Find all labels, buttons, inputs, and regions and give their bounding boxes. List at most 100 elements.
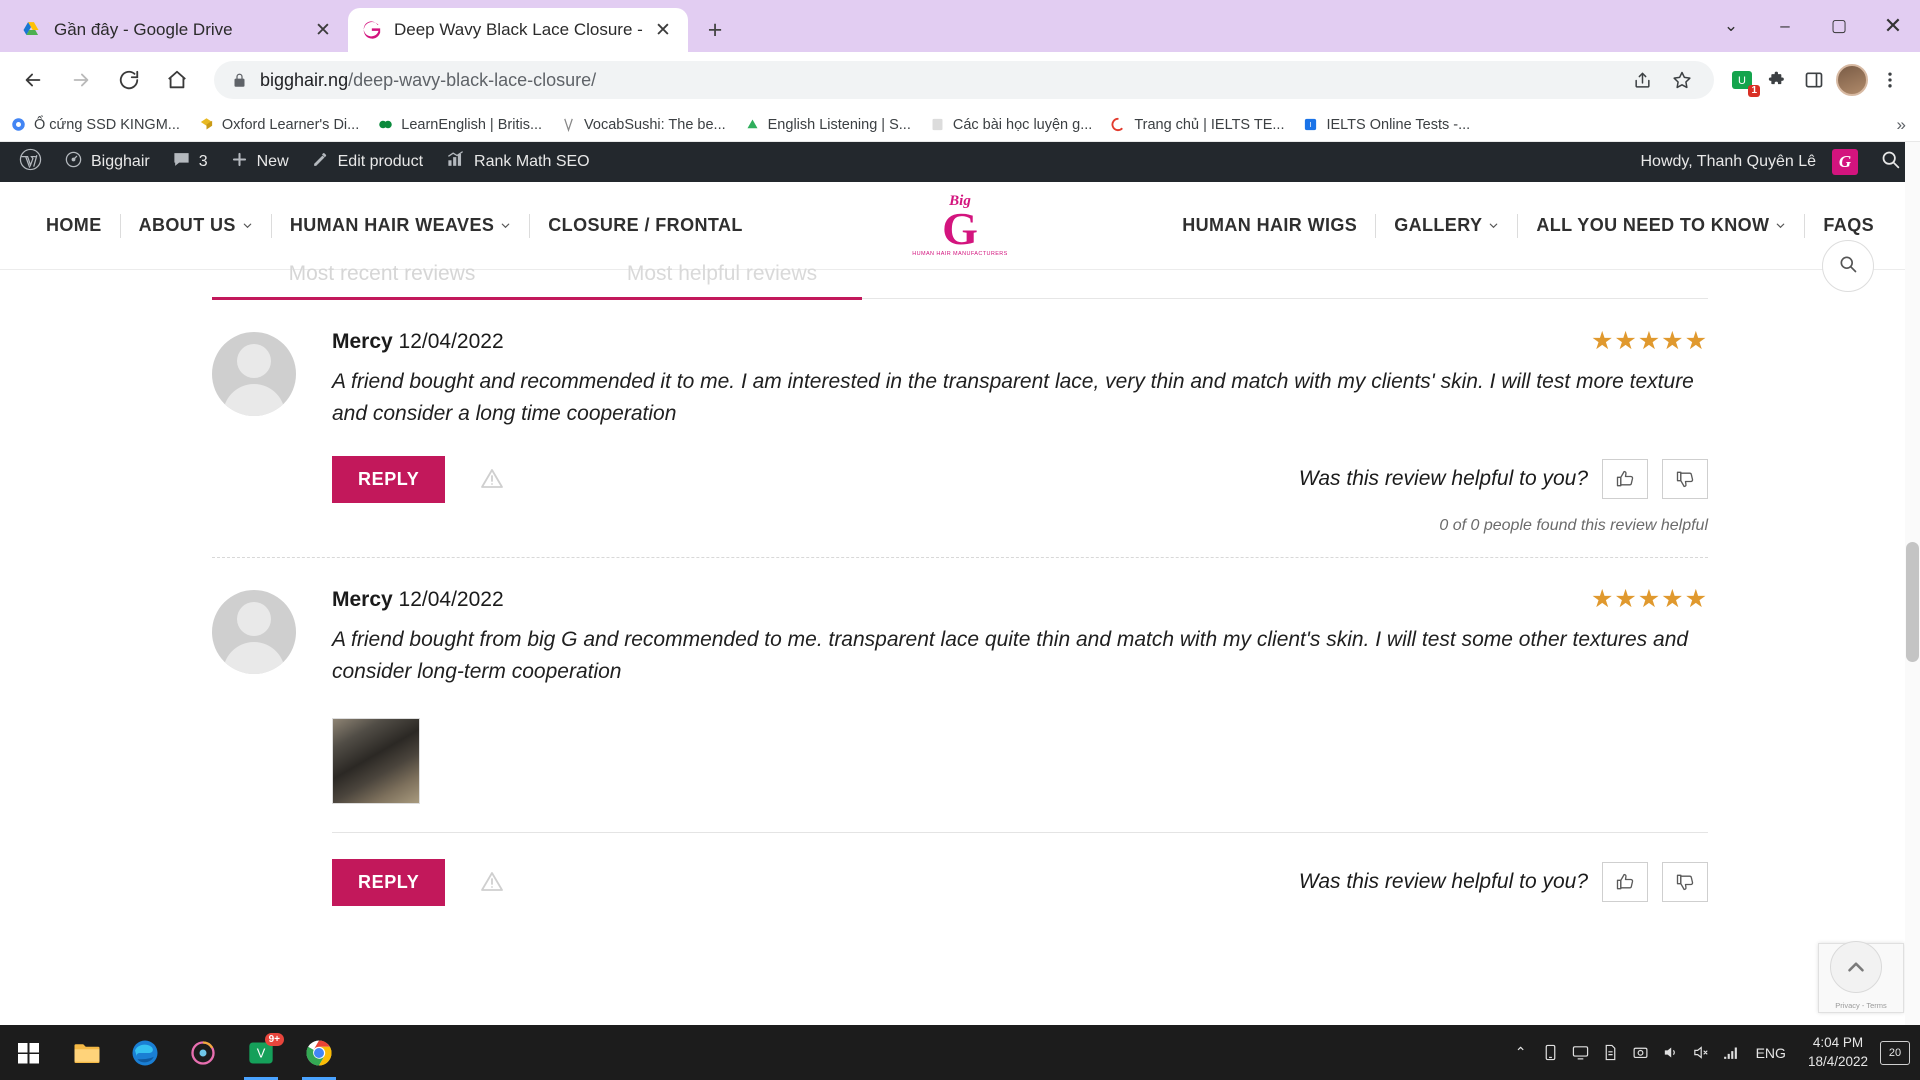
new-tab-button[interactable]: + [698,13,732,47]
nav-item-closure-frontal[interactable]: CLOSURE / FRONTAL [530,214,760,238]
back-to-top-button[interactable] [1830,941,1882,993]
url-text: bigghair.ng/deep-wavy-black-lace-closure… [260,70,596,91]
bookmark-item[interactable]: LearnEnglish | Britis... [377,116,542,133]
windows-start-icon[interactable] [0,1025,58,1080]
share-icon[interactable] [1624,62,1660,98]
page-scrollbar-track[interactable] [1905,142,1920,1025]
close-window-button[interactable]: ✕ [1866,0,1920,52]
tray-expand-chevron-icon[interactable]: ⌃ [1506,1025,1536,1080]
bigg-logo-icon [360,19,382,41]
taskbar-media-player-icon[interactable] [174,1025,232,1080]
reload-icon[interactable] [108,59,150,101]
bookmark-item[interactable]: Trang chủ | IELTS TE... [1110,116,1284,133]
nav-item-faqs[interactable]: FAQS [1805,214,1874,238]
browser-tab-1[interactable]: Deep Wavy Black Lace Closure - ✕ [348,8,688,52]
thumbs-down-icon[interactable] [1662,459,1708,500]
nav-item-human-hair-wigs[interactable]: HUMAN HAIR WIGS [1164,213,1377,238]
windows-taskbar: V 9+ ⌃ ENG 4:04 PM 18/4/2022 20 [0,1025,1920,1080]
bookmark-item[interactable]: English Listening | S... [744,116,911,133]
document-icon[interactable] [1596,1025,1626,1080]
nav-label: ALL YOU NEED TO KNOW [1536,215,1770,235]
wp-edit-product-label: Edit product [337,153,424,170]
review-header: Mercy 12/04/2022 [332,330,1708,354]
nav-item-all-you-need-to-know[interactable]: ALL YOU NEED TO KNOW [1518,213,1806,238]
flag-report-icon[interactable] [475,867,509,897]
browser-tab-0[interactable]: Gần đây - Google Drive ✕ [8,8,348,52]
taskbar-file-explorer-icon[interactable] [58,1025,116,1080]
page-scrollbar-thumb[interactable] [1906,542,1919,662]
nav-item-human-hair-weaves[interactable]: HUMAN HAIR WEAVES [272,213,531,238]
close-icon[interactable]: ✕ [650,17,676,43]
wp-edit-product-link[interactable]: Edit product [300,142,434,182]
tab-most-helpful-reviews[interactable]: Most helpful reviews [552,262,892,300]
review-author: Mercy [332,330,393,353]
thumbs-up-icon[interactable] [1602,459,1648,500]
taskbar-microsoft-edge-icon[interactable] [116,1025,174,1080]
oxford-icon [198,116,215,133]
display-icon[interactable] [1566,1025,1596,1080]
avatar[interactable] [1836,64,1868,96]
maximize-button[interactable]: ▢ [1812,0,1866,52]
review-divider [332,831,1708,833]
nav-item-about-us[interactable]: ABOUT US [121,213,272,238]
taskbar-badge-count: 9+ [264,1033,284,1046]
mute-icon[interactable] [1686,1025,1716,1080]
wordpress-icon [19,148,42,176]
address-bar[interactable]: bigghair.ng/deep-wavy-black-lace-closure… [214,61,1714,99]
recaptcha-privacy[interactable]: Privacy [1835,1001,1860,1010]
taskbar-unikey-icon[interactable]: V 9+ [232,1025,290,1080]
bookmark-item[interactable]: Ổ cứng SSD KINGM... [10,116,180,133]
capture-icon[interactable] [1626,1025,1656,1080]
puzzle-icon[interactable] [1760,62,1796,98]
bookmarks-overflow-icon[interactable]: » [1897,115,1910,135]
wp-howdy-menu[interactable]: Howdy, Thanh Quyên Lê G [1629,142,1869,182]
network-icon[interactable] [1716,1025,1746,1080]
bookmark-item[interactable]: Oxford Learner's Di... [198,116,359,133]
review-photo-thumbnail[interactable] [332,717,420,804]
site-logo[interactable]: Big G HUMAN HAIR MANUFACTURERS [912,194,1007,257]
unikey-extension-icon[interactable]: U 1 [1724,62,1760,98]
language-indicator[interactable]: ENG [1746,1045,1796,1061]
wp-new-label: New [256,153,289,170]
bookmark-item[interactable]: I IELTS Online Tests -... [1302,116,1470,133]
close-icon[interactable]: ✕ [310,17,336,43]
volume-icon[interactable] [1656,1025,1686,1080]
clock[interactable]: 4:04 PM 18/4/2022 [1796,1034,1880,1070]
lock-icon [228,73,250,88]
kebab-menu-icon[interactable] [1872,62,1908,98]
window-controls: ⌄ – ▢ ✕ [1704,0,1920,52]
clock-date: 18/4/2022 [1807,1053,1868,1069]
wp-rank-math-menu[interactable]: Rank Math SEO [434,142,601,182]
star-icon[interactable] [1664,62,1700,98]
device-icon[interactable] [1536,1025,1566,1080]
clock-time: 4:04 PM [1812,1035,1864,1051]
side-panel-icon[interactable] [1796,62,1832,98]
bookmark-item[interactable]: VocabSushi: The be... [560,116,726,133]
review-helpful-block: Was this review helpful to you? [1298,459,1708,500]
taskbar-google-chrome-icon[interactable] [290,1025,348,1080]
back-icon[interactable] [12,59,54,101]
forward-icon[interactable] [60,59,102,101]
thumbs-down-icon[interactable] [1662,862,1708,903]
wp-new-menu[interactable]: New [219,142,300,182]
notification-center-button[interactable]: 20 [1880,1040,1910,1065]
tab-most-recent-reviews[interactable]: Most recent reviews [212,262,552,300]
thumbs-up-icon[interactable] [1602,862,1648,903]
home-icon[interactable] [156,59,198,101]
bookmark-item[interactable]: Các bài học luyện g... [929,116,1092,133]
nav-item-home[interactable]: HOME [46,213,121,238]
nav-item-gallery[interactable]: GALLERY [1376,213,1519,238]
wp-comments-menu[interactable]: 3 [161,142,219,182]
wp-site-name-menu[interactable]: Bigghair [53,142,161,182]
minimize-button[interactable]: – [1758,0,1812,52]
google-drive-icon [20,19,42,41]
reply-button[interactable]: REPLY [332,455,446,503]
tab-search-dropdown-icon[interactable]: ⌄ [1704,0,1758,52]
site-search-button[interactable] [1822,240,1874,292]
browser-window: Gần đây - Google Drive ✕ Deep Wavy Black… [0,0,1920,1025]
helpful-question: Was this review helpful to you? [1298,467,1588,491]
flag-report-icon[interactable] [475,464,509,494]
reply-button[interactable]: REPLY [332,858,446,906]
wp-logo-menu[interactable] [8,142,53,182]
recaptcha-terms[interactable]: Terms [1866,1001,1886,1010]
